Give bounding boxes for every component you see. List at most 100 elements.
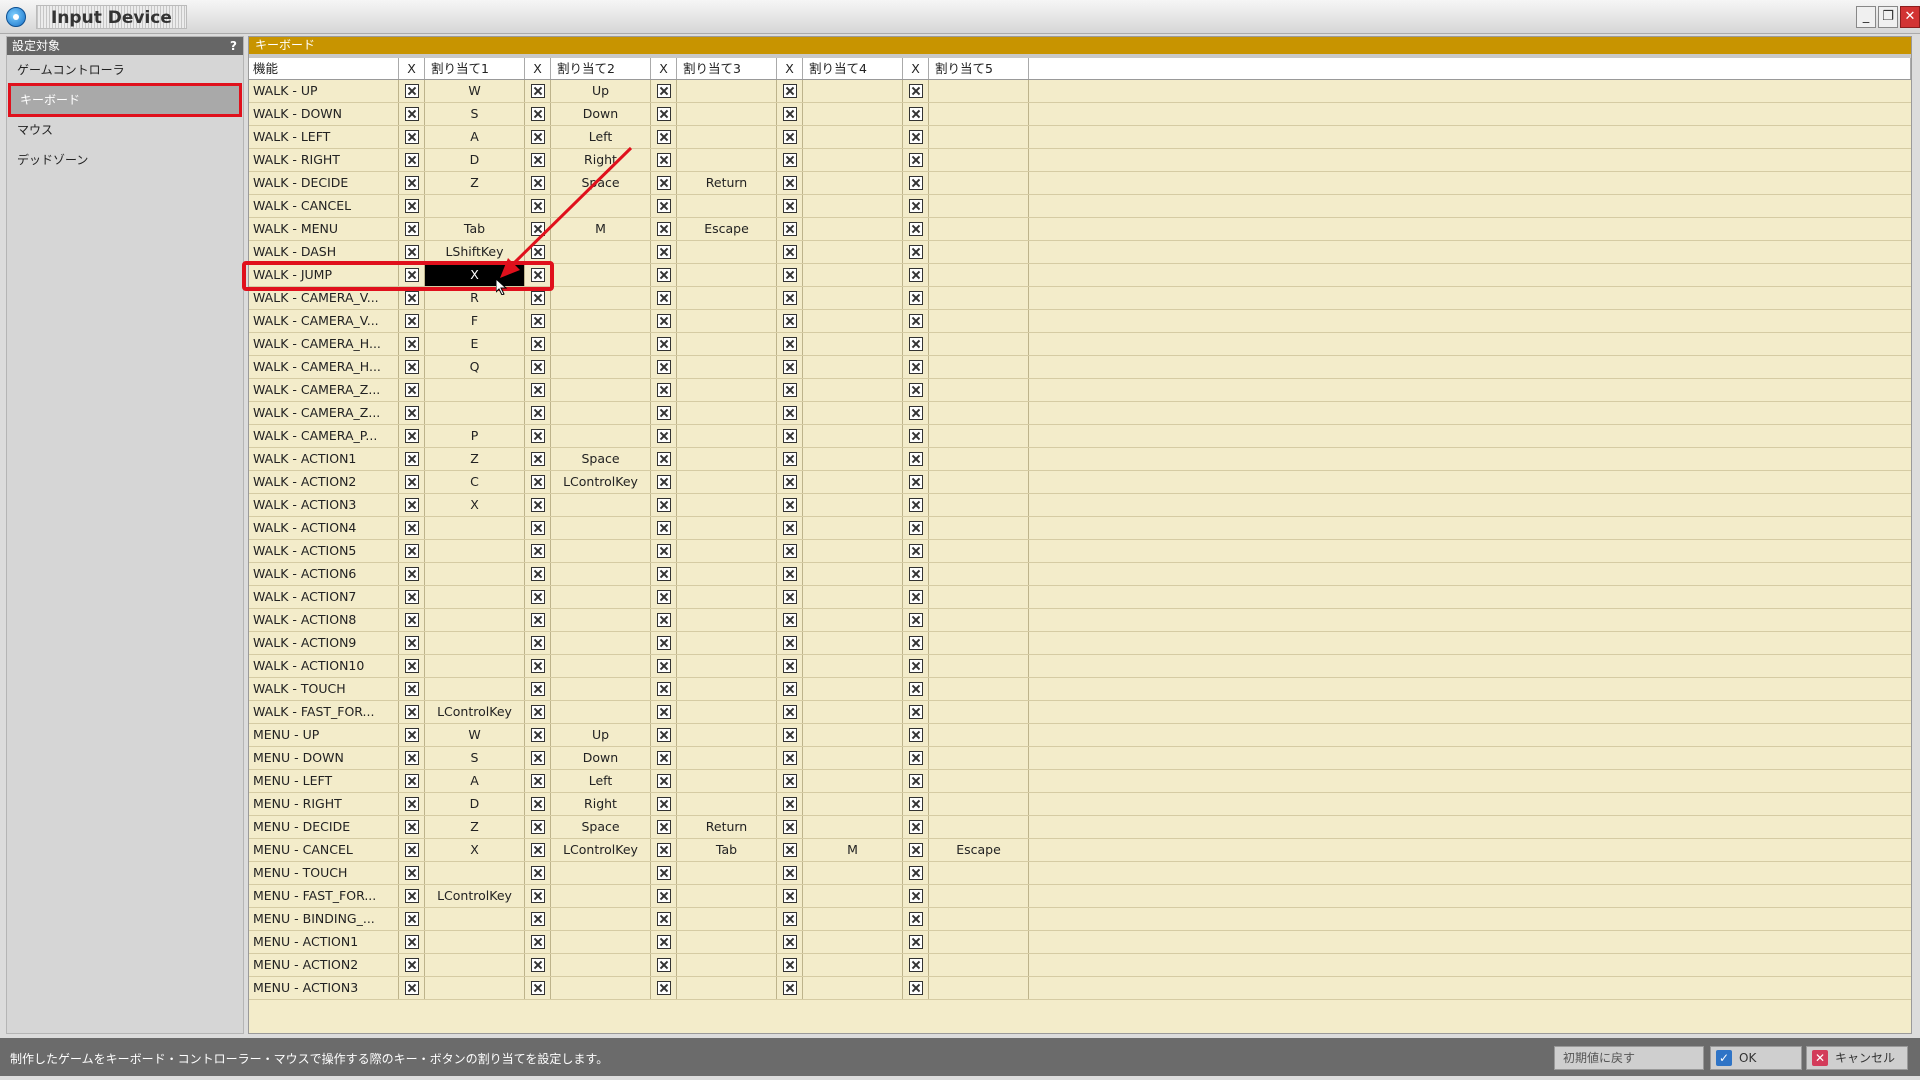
key-assignment-cell[interactable]: P <box>425 425 525 447</box>
clear-assignment-button[interactable] <box>651 356 677 378</box>
key-assignment-cell[interactable]: Down <box>551 103 651 125</box>
key-assignment-cell[interactable] <box>425 678 525 700</box>
key-assignment-cell[interactable] <box>551 287 651 309</box>
clear-assignment-button[interactable] <box>903 149 929 171</box>
key-assignment-cell[interactable] <box>551 655 651 677</box>
key-assignment-cell[interactable] <box>551 195 651 217</box>
clear-assignment-button[interactable] <box>777 402 803 424</box>
clear-assignment-button[interactable] <box>903 563 929 585</box>
key-assignment-cell[interactable] <box>551 609 651 631</box>
key-assignment-cell[interactable]: Tab <box>677 839 777 861</box>
clear-assignment-button[interactable] <box>651 839 677 861</box>
clear-assignment-button[interactable] <box>525 195 551 217</box>
clear-assignment-button[interactable] <box>777 954 803 976</box>
clear-assignment-button[interactable] <box>525 264 551 286</box>
clear-assignment-button[interactable] <box>777 333 803 355</box>
key-assignment-cell[interactable] <box>803 287 903 309</box>
key-assignment-cell[interactable] <box>551 356 651 378</box>
clear-assignment-button[interactable] <box>903 425 929 447</box>
clear-assignment-button[interactable] <box>525 632 551 654</box>
clear-assignment-button[interactable] <box>777 126 803 148</box>
key-assignment-cell[interactable] <box>677 126 777 148</box>
clear-assignment-button[interactable] <box>777 241 803 263</box>
key-assignment-cell[interactable] <box>677 862 777 884</box>
key-assignment-cell[interactable] <box>803 471 903 493</box>
key-assignment-cell[interactable] <box>425 632 525 654</box>
key-assignment-cell[interactable] <box>677 195 777 217</box>
key-assignment-cell[interactable]: E <box>425 333 525 355</box>
key-assignment-cell[interactable] <box>929 816 1029 838</box>
clear-assignment-button[interactable] <box>651 770 677 792</box>
key-assignment-cell[interactable] <box>677 908 777 930</box>
clear-assignment-button[interactable] <box>903 494 929 516</box>
minimize-button[interactable]: _ <box>1856 6 1876 28</box>
clear-assignment-button[interactable] <box>651 678 677 700</box>
clear-assignment-button[interactable] <box>903 885 929 907</box>
key-assignment-cell[interactable] <box>677 793 777 815</box>
key-assignment-cell[interactable]: M <box>803 839 903 861</box>
key-assignment-cell[interactable]: Down <box>551 747 651 769</box>
key-assignment-cell[interactable] <box>677 563 777 585</box>
key-assignment-cell[interactable] <box>551 701 651 723</box>
key-assignment-cell[interactable]: Space <box>551 448 651 470</box>
clear-assignment-button[interactable] <box>399 126 425 148</box>
clear-assignment-button[interactable] <box>525 379 551 401</box>
key-assignment-cell[interactable] <box>425 954 525 976</box>
clear-assignment-button[interactable] <box>651 586 677 608</box>
key-assignment-cell[interactable] <box>803 310 903 332</box>
clear-assignment-button[interactable] <box>903 816 929 838</box>
ok-button[interactable]: ✓ OK <box>1710 1046 1802 1070</box>
clear-assignment-button[interactable] <box>399 494 425 516</box>
key-assignment-cell[interactable] <box>677 448 777 470</box>
clear-assignment-button[interactable] <box>903 379 929 401</box>
clear-assignment-button[interactable] <box>525 149 551 171</box>
clear-assignment-button[interactable] <box>777 172 803 194</box>
clear-assignment-button[interactable] <box>525 908 551 930</box>
key-assignment-cell[interactable] <box>803 793 903 815</box>
clear-assignment-button[interactable] <box>777 793 803 815</box>
clear-assignment-button[interactable] <box>777 632 803 654</box>
key-assignment-cell[interactable] <box>425 862 525 884</box>
key-assignment-cell[interactable] <box>551 678 651 700</box>
clear-assignment-button[interactable] <box>903 241 929 263</box>
key-assignment-cell[interactable] <box>551 425 651 447</box>
key-assignment-cell[interactable]: Return <box>677 172 777 194</box>
clear-assignment-button[interactable] <box>399 241 425 263</box>
key-assignment-cell[interactable]: Space <box>551 172 651 194</box>
clear-assignment-button[interactable] <box>777 310 803 332</box>
clear-assignment-button[interactable] <box>651 517 677 539</box>
key-assignment-cell[interactable]: Z <box>425 172 525 194</box>
clear-assignment-button[interactable] <box>651 471 677 493</box>
key-assignment-cell[interactable] <box>551 402 651 424</box>
clear-assignment-button[interactable] <box>651 862 677 884</box>
clear-assignment-button[interactable] <box>777 218 803 240</box>
key-assignment-cell[interactable] <box>677 149 777 171</box>
clear-assignment-button[interactable] <box>525 747 551 769</box>
key-assignment-cell[interactable]: Right <box>551 793 651 815</box>
key-assignment-cell[interactable] <box>803 931 903 953</box>
key-assignment-cell[interactable] <box>929 80 1029 102</box>
clear-assignment-button[interactable] <box>399 563 425 585</box>
clear-assignment-button[interactable] <box>903 655 929 677</box>
clear-assignment-button[interactable] <box>651 563 677 585</box>
key-assignment-cell[interactable] <box>803 241 903 263</box>
key-assignment-cell[interactable] <box>551 931 651 953</box>
cancel-button[interactable]: ✕ キャンセル <box>1806 1046 1908 1070</box>
clear-assignment-button[interactable] <box>903 333 929 355</box>
clear-assignment-button[interactable] <box>651 333 677 355</box>
clear-assignment-button[interactable] <box>777 885 803 907</box>
key-assignment-cell[interactable] <box>677 701 777 723</box>
key-assignment-cell[interactable] <box>677 494 777 516</box>
key-assignment-cell[interactable] <box>803 218 903 240</box>
key-assignment-cell[interactable] <box>803 517 903 539</box>
key-assignment-cell[interactable] <box>551 333 651 355</box>
key-assignment-cell[interactable] <box>677 540 777 562</box>
clear-assignment-button[interactable] <box>651 80 677 102</box>
clear-assignment-button[interactable] <box>525 977 551 999</box>
clear-assignment-button[interactable] <box>651 494 677 516</box>
clear-assignment-button[interactable] <box>903 862 929 884</box>
clear-assignment-button[interactable] <box>399 517 425 539</box>
key-assignment-cell[interactable] <box>803 862 903 884</box>
clear-assignment-button[interactable] <box>399 379 425 401</box>
clear-assignment-button[interactable] <box>903 264 929 286</box>
